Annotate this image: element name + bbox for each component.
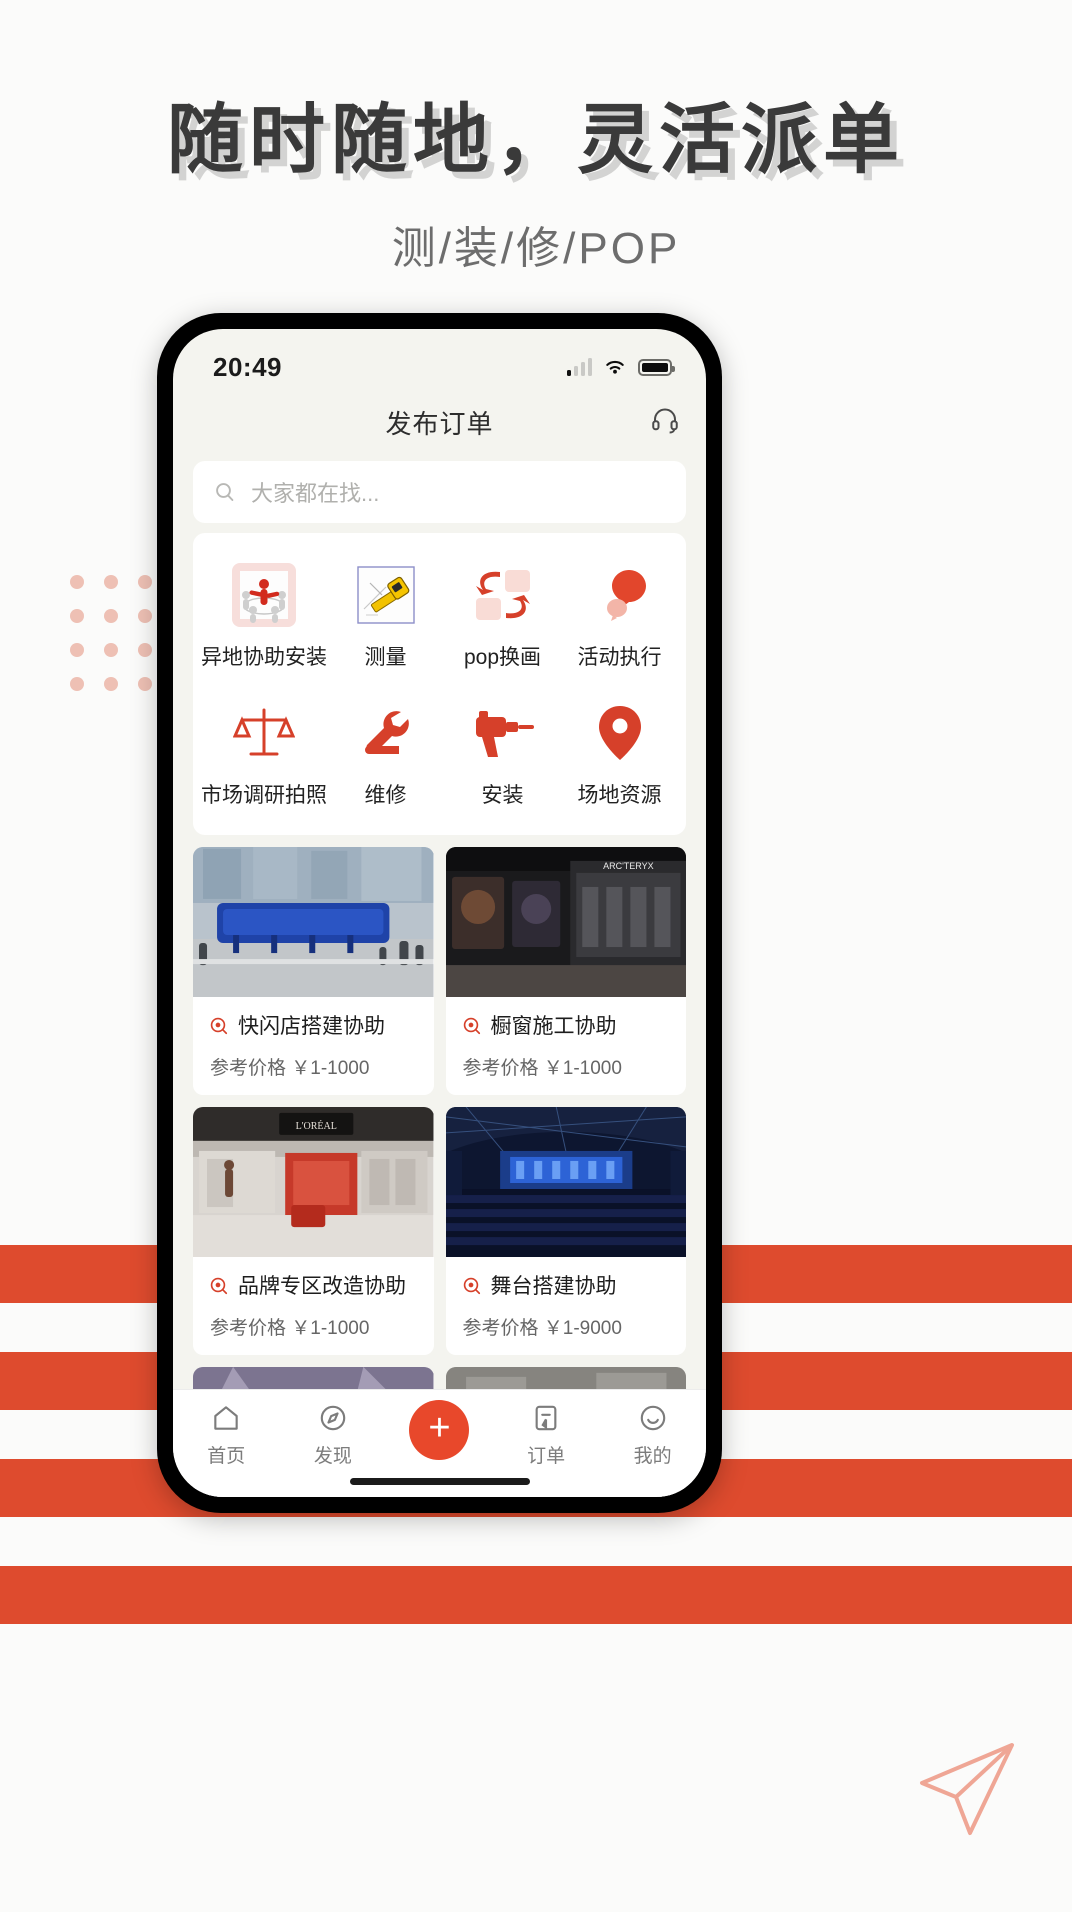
tab-profile[interactable]: 我的: [605, 1402, 701, 1468]
status-icons: [566, 358, 675, 376]
card-body: 舞台搭建协助 参考价格 ￥1-9000: [446, 1257, 687, 1355]
card-title: 橱窗施工协助: [490, 1015, 617, 1038]
phone-screen: 20:49 发布订单 大家都在找... 异地协助安装 测量 pop换画 活动执行…: [173, 329, 706, 1497]
service-card[interactable]: 舞台搭建协助 参考价格 ￥1-9000: [445, 1107, 687, 1355]
tab-discover[interactable]: 发现: [285, 1402, 381, 1468]
category-label: pop换画: [463, 646, 542, 669]
service-card[interactable]: L'ORÉAL 品牌专区改造协助 参考价格 ￥1-1000: [193, 1107, 434, 1355]
card-body: 品牌专区改造协助 参考价格 ￥1-1000: [193, 1257, 434, 1355]
tab-label: 发现: [313, 1446, 352, 1467]
status-time: 20:49: [213, 351, 282, 382]
search-placeholder: 大家都在找...: [251, 481, 380, 506]
promo-page: 随时随地，灵活派单 测/装/修/POP 20:49 发布订单 大家都在找... …: [0, 0, 1072, 1912]
tab-label: 首页: [207, 1446, 246, 1467]
category-item-2[interactable]: pop换画: [444, 553, 561, 681]
card-price: 参考价格 ￥1-1000: [462, 1058, 622, 1079]
target-icon: [463, 1017, 480, 1035]
signal-bars-icon: [566, 358, 592, 376]
tab-orders[interactable]: 订单: [498, 1402, 594, 1468]
category-item-4[interactable]: 市场调研拍照: [201, 691, 327, 819]
headset-icon[interactable]: [650, 405, 680, 440]
target-icon: [210, 1017, 228, 1035]
tape-measure-icon: [350, 559, 422, 631]
status-bar: 20:49: [173, 329, 706, 391]
drill-icon: [467, 697, 539, 769]
wrench-icon: [350, 697, 422, 769]
card-title: 快闪店搭建协助: [238, 1015, 385, 1038]
category-grid: 异地协助安装 测量 pop换画 活动执行 市场调研拍照 维修 安装 场地资源: [193, 533, 686, 835]
search-section: 大家都在找...: [173, 453, 706, 533]
home-indicator: [349, 1478, 530, 1485]
card-price: 参考价格 ￥1-9000: [462, 1318, 622, 1339]
category-label: 市场调研拍照: [201, 784, 327, 807]
category-item-7[interactable]: 场地资源: [561, 691, 678, 819]
promo-headline: 随时随地，灵活派单: [167, 95, 905, 184]
battery-full-icon: [638, 358, 675, 376]
category-label: 维修: [364, 784, 407, 807]
mall-storefront-photo: ARC'TERYX: [445, 847, 686, 997]
service-card[interactable]: 快闪店搭建协助 参考价格 ￥1-1000: [193, 847, 434, 1095]
category-label: 活动执行: [577, 646, 662, 669]
category-item-3[interactable]: 活动执行: [561, 553, 678, 681]
swap-arrows-icon: [467, 559, 539, 631]
category-label: 安装: [481, 784, 524, 807]
category-item-0[interactable]: 异地协助安装: [201, 553, 327, 681]
category-label: 测量: [364, 646, 407, 669]
home-icon: [214, 1406, 239, 1430]
card-body: 快闪店搭建协助 参考价格 ￥1-1000: [193, 997, 434, 1095]
compass-icon: [320, 1405, 346, 1431]
card-price: 参考价格 ￥1-1000: [210, 1058, 370, 1079]
search-input[interactable]: 大家都在找...: [193, 461, 686, 523]
brand-counter-photo: L'ORÉAL: [193, 1107, 434, 1257]
category-item-6[interactable]: 安装: [444, 691, 561, 819]
card-title: 品牌专区改造协助: [238, 1275, 406, 1298]
page-title: 发布订单: [385, 408, 494, 439]
card-title: 舞台搭建协助: [490, 1275, 617, 1298]
target-icon: [463, 1277, 480, 1295]
card-price: 参考价格 ￥1-1000: [210, 1318, 370, 1339]
decor-stripe: [0, 1566, 1072, 1624]
target-icon: [210, 1277, 228, 1295]
scales-icon: [228, 697, 300, 769]
search-icon: [216, 483, 234, 501]
people-circle-icon: [228, 559, 300, 631]
category-label: 异地协助安装: [201, 646, 327, 669]
order-bookmark-icon: [535, 1405, 557, 1431]
paper-plane-icon: [908, 1735, 1020, 1852]
svg-text:ARC'TERYX: ARC'TERYX: [603, 861, 654, 871]
plus-icon[interactable]: +: [409, 1400, 470, 1460]
profile-icon: [640, 1405, 665, 1431]
category-item-5[interactable]: 维修: [327, 691, 444, 819]
location-pin-icon: [584, 697, 656, 769]
phone-mockup: 20:49 发布订单 大家都在找... 异地协助安装 测量 pop换画 活动执行…: [157, 313, 722, 1513]
stage-arena-photo: [445, 1107, 686, 1257]
promo-subheadline: 测/装/修/POP: [391, 224, 681, 273]
tab-home[interactable]: 首页: [178, 1402, 274, 1468]
service-card[interactable]: ARC'TERYX 橱窗施工协助 参考价格 ￥1-1000: [445, 847, 687, 1095]
tab-publish[interactable]: +: [391, 1400, 487, 1460]
tab-label: 订单: [527, 1446, 566, 1467]
app-header: 发布订单: [173, 391, 706, 453]
tab-label: 我的: [633, 1446, 672, 1467]
category-label: 场地资源: [577, 784, 662, 807]
wifi-icon: [606, 360, 624, 374]
category-item-1[interactable]: 测量: [327, 553, 444, 681]
card-body: 橱窗施工协助 参考价格 ￥1-1000: [446, 997, 687, 1095]
svg-text:L'ORÉAL: L'ORÉAL: [296, 1120, 337, 1132]
popup-store-street-photo: [193, 847, 434, 997]
balloon-icon: [584, 559, 656, 631]
